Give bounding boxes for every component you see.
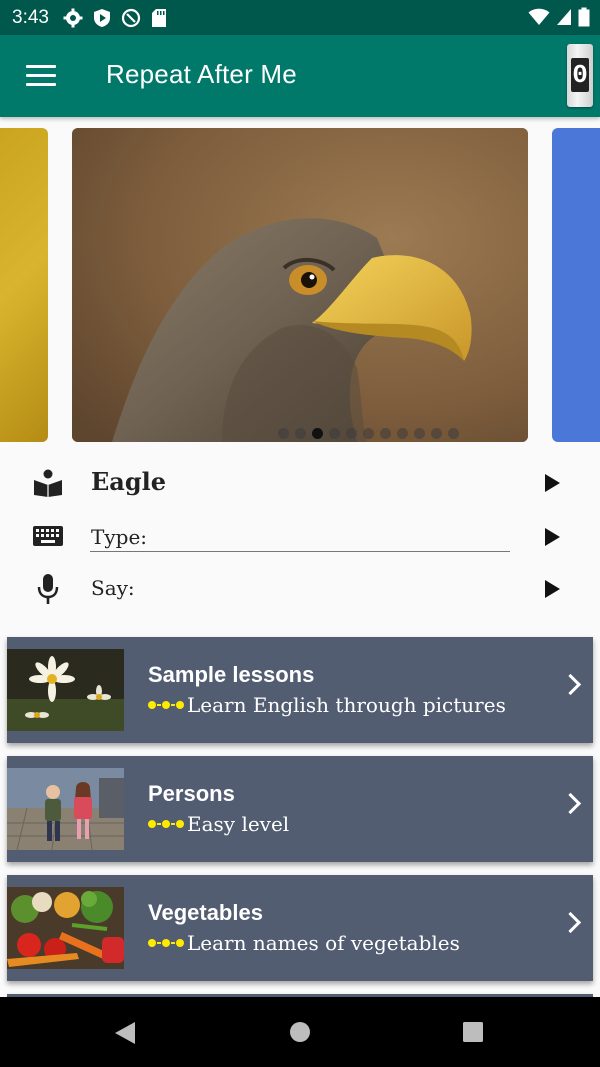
signal-icon [557,9,571,25]
book-reader-icon [34,469,62,497]
lesson-title: Vegetables [148,900,263,925]
type-row: Type: [0,512,600,560]
back-icon[interactable] [114,1021,136,1045]
navigation-bar [0,997,600,1067]
vegetables-thumbnail [7,887,124,969]
lesson-subtitle: Easy level [187,812,290,836]
carousel-dot[interactable] [363,428,374,439]
level-indicator-icon [148,701,185,709]
level-indicator-icon [148,820,185,828]
lesson-subtitle: Learn names of vegetables [187,931,460,955]
type-input-underline[interactable] [90,551,510,552]
children-thumbnail [7,768,124,850]
daisies-thumbnail [7,649,124,731]
microphone-icon [37,574,59,604]
counter-badge[interactable]: 0 [567,44,593,107]
app-bar: Repeat After Me 0 [0,35,600,117]
lesson-subtitle-row: Learn names of vegetables [148,931,460,955]
status-time: 3:43 [12,6,49,28]
image-carousel[interactable] [0,127,600,443]
word-row: Eagle [0,458,600,506]
carousel-dot[interactable] [346,428,357,439]
carousel-dot[interactable] [295,428,306,439]
carousel-dot[interactable] [414,428,425,439]
settings-icon [63,8,83,27]
lesson-subtitle-row: Learn English through pictures [148,693,506,717]
hamburger-menu-icon[interactable] [26,65,56,87]
previous-slide[interactable] [0,128,48,442]
sd-card-icon [151,8,166,27]
at-sign-icon [121,8,141,27]
carousel-dot[interactable] [380,428,391,439]
carousel-dot[interactable] [431,428,442,439]
app-title: Repeat After Me [106,59,297,89]
keyboard-icon [33,526,63,546]
lesson-title: Sample lessons [148,662,315,687]
lesson-card[interactable]: Persons Easy level [7,756,593,862]
word-label: Eagle [91,467,167,496]
recents-icon[interactable] [463,1022,483,1042]
carousel-dot[interactable] [448,428,459,439]
chevron-right-icon [559,792,582,815]
carousel-dot[interactable] [278,428,289,439]
chevron-right-icon [559,911,582,934]
wifi-icon [528,8,550,25]
lesson-subtitle: Learn English through pictures [187,693,506,717]
play-type-button[interactable] [545,528,560,546]
carousel-dot[interactable] [329,428,340,439]
play-word-button[interactable] [545,474,560,492]
status-bar: 3:43 [0,0,600,35]
shield-play-icon [93,8,110,27]
home-icon[interactable] [289,1021,311,1043]
say-row: Say: [0,564,600,612]
lesson-title: Persons [148,781,235,806]
lesson-card[interactable]: Sample lessons Learn English through pic… [7,637,593,743]
chevron-right-icon [559,673,582,696]
next-slide[interactable] [552,128,600,442]
play-say-button[interactable] [545,580,560,598]
carousel-dot-active[interactable] [312,428,323,439]
carousel-dots [278,428,459,439]
battery-icon [578,7,590,27]
eagle-illustration [72,128,528,442]
say-label: Say: [91,576,135,600]
counter-value: 0 [571,58,589,92]
type-field-label[interactable]: Type: [91,525,147,549]
eagle-image[interactable] [72,128,528,442]
level-indicator-icon [148,939,185,947]
lesson-subtitle-row: Easy level [148,812,289,836]
lesson-card[interactable]: Vegetables Learn names of vegetables [7,875,593,981]
carousel-dot[interactable] [397,428,408,439]
